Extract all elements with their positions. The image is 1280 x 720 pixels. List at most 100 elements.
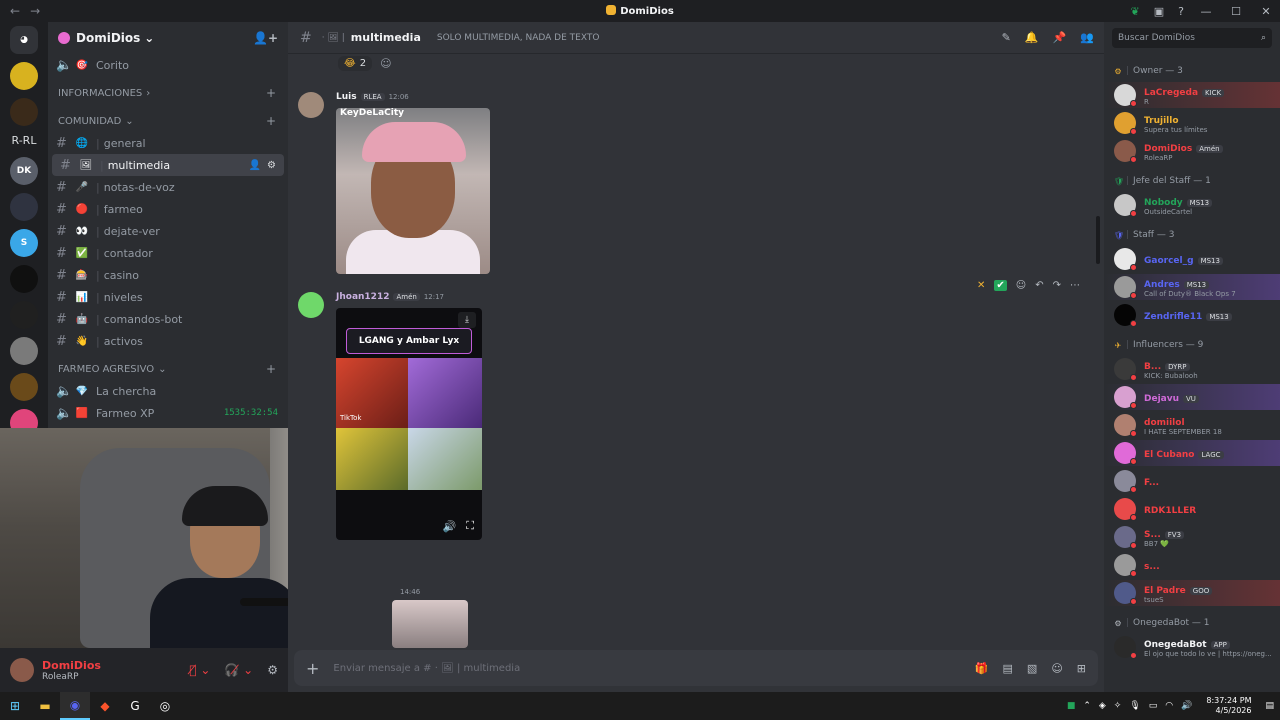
channel-notas-de-voz[interactable]: # 🎤 | notas-de-voz [48,176,288,198]
volume-icon[interactable]: 🔊 [443,520,457,533]
guild-header[interactable]: DomiDios ⌄ 👤+ [48,22,288,54]
fullscreen-icon[interactable]: ⛶ [466,519,474,533]
member-item[interactable]: s... [1104,552,1280,578]
channel-casino[interactable]: # 🎰 | casino [48,264,288,286]
chat-scrollbar[interactable] [1096,216,1100,264]
video-attachment-1[interactable]: KeyDeLaCity [336,108,490,274]
user-info[interactable]: DomiDios RoleaRP [42,659,101,682]
member-item[interactable]: Dejavu VU [1104,384,1280,410]
member-item[interactable]: B... DYRP KICK: Bubalooh [1104,356,1280,382]
add-reaction-icon[interactable]: ☺ [380,57,391,70]
server-rrl[interactable]: R-RL [0,134,48,147]
invite-icon[interactable]: 👤 [249,160,261,171]
member-item[interactable]: Gaorcel_g MS13 [1104,246,1280,272]
member-list-icon[interactable]: 👥 [1080,31,1094,44]
member-item[interactable]: Trujillo Supera tus límites [1104,110,1280,136]
server-icon-server-dark[interactable] [10,98,38,126]
sticker-icon[interactable]: ▧ [1027,662,1037,675]
tray-volume-icon[interactable]: 🔊 [1181,701,1192,711]
channel-farmeo[interactable]: # 🔴 | farmeo [48,198,288,220]
reply-icon[interactable]: ↶ [1035,280,1043,291]
member-item[interactable]: domiilol I HATE SEPTEMBER 18 [1104,412,1280,438]
add-channel-icon[interactable]: + [266,362,276,376]
file-explorer-icon[interactable]: ▬ [30,692,60,720]
minimize-button[interactable]: — [1198,5,1214,18]
category-comunidad[interactable]: COMUNIDAD ⌄ + [48,110,288,132]
reaction-quick-icon[interactable]: ✕ [977,280,985,291]
server-icon-server-dk[interactable]: DK [10,157,38,185]
category-farmeo-agresivo[interactable]: FARMEO AGRESIVO ⌄ + [48,358,288,380]
notification-icon[interactable]: ▤ [1265,701,1274,711]
server-icon-server-grey[interactable] [10,337,38,365]
message-author[interactable]: Jhoan1212 [336,292,389,302]
maximize-button[interactable]: ☐ [1228,5,1244,18]
g-app-icon[interactable]: G [120,692,150,720]
member-item[interactable]: Zendrifle11 MS13 [1104,302,1280,328]
member-item[interactable]: El Cubano LAGC [1104,440,1280,466]
member-item[interactable]: RDK1LLER [1104,496,1280,522]
server-icon-server-dark2[interactable] [10,301,38,329]
apps-icon[interactable]: ⊞ [1077,662,1086,675]
tray-overflow-icon[interactable]: ⌃ [1083,701,1091,711]
help-icon[interactable]: ? [1178,5,1184,18]
tray-app-icon[interactable]: ■ [1067,701,1076,711]
discord-home-icon[interactable]: ◕ [10,26,38,54]
invite-icon[interactable]: 👤+ [253,31,278,45]
avatar[interactable] [298,292,324,318]
headset-muted-icon[interactable]: 🎧̸ ⌄ [224,663,253,677]
composer-placeholder[interactable]: Enviar mensaje a # · 🖼 | multimedia [333,663,520,674]
message-author[interactable]: Luis [336,92,357,102]
discord-taskbar-icon[interactable]: ◉ [60,692,90,720]
tray-bulb-icon[interactable]: ✧ [1114,701,1122,711]
server-icon-server-x[interactable] [10,265,38,293]
server-icon-server-s[interactable]: S [10,229,38,257]
voice-channel-corito[interactable]: 🔈 🎯 Corito [48,54,288,76]
channel-niveles[interactable]: # 📊 | niveles [48,286,288,308]
gif-icon[interactable]: ▤ [1003,662,1013,675]
download-icon[interactable]: ⤓ [458,312,476,328]
taskbar-clock[interactable]: 8:37:24 PM 4/5/2026 [1206,696,1251,716]
attach-plus-icon[interactable]: + [306,659,319,678]
gift-icon[interactable]: 🎁 [975,662,989,675]
check-reaction-icon[interactable]: ✔ [994,280,1007,291]
obs-icon[interactable]: ◎ [150,692,180,720]
tray-mic-icon[interactable]: 🎙 [1129,701,1140,711]
server-icon-server-gold[interactable] [10,373,38,401]
channel-comandos-bot[interactable]: # 🤖 | comandos-bot [48,308,288,330]
tray-shield-icon[interactable]: ◈ [1099,701,1106,711]
message-composer[interactable]: + Enviar mensaje a # · 🖼 | multimedia 🎁 … [294,650,1098,686]
channel-multimedia[interactable]: # 🖼 | multimedia 👤 ⚙ [52,154,284,176]
server-icon-server-robot[interactable] [10,193,38,221]
channel-contador[interactable]: # ✅ | contador [48,242,288,264]
more-options-icon[interactable]: ⋯ [1070,280,1080,291]
gear-icon[interactable]: ⚙ [267,663,278,677]
gear-icon[interactable]: ⚙ [267,160,276,171]
tray-wifi-icon[interactable]: ◠ [1165,701,1173,711]
member-item[interactable]: S... FV3 BB7 💚 [1104,524,1280,550]
leaf-icon[interactable]: ❦ [1131,5,1140,18]
add-channel-icon[interactable]: + [266,86,276,100]
member-item[interactable]: OnegedaBot APP El ojo que todo lo ve | htt… [1104,634,1280,660]
channel-dejate-ver[interactable]: # 👀 | dejate-ver [48,220,288,242]
server-icon-server-yellow[interactable] [10,62,38,90]
member-item[interactable]: DomiDios Amén RoleaRP [1104,138,1280,164]
voice-channel-1[interactable]: 🔈 🟥 Farmeo XP 1535:32:54 [48,402,288,424]
member-item[interactable]: Andres MS13 Call of Duty® Black Ops 7 [1104,274,1280,300]
channel-general[interactable]: # 🌐 | general [48,132,288,154]
search-input[interactable]: Buscar DomiDios ⌕ [1112,28,1272,48]
video-attachment-2[interactable]: LGANG y Ambar Lyx TikTok ⤓ 🔊 ⛶ [336,308,482,540]
member-item[interactable]: Nobody MS13 OutsideCartel [1104,192,1280,218]
member-item[interactable]: El Padre GOO tsueS [1104,580,1280,606]
avatar[interactable] [10,658,34,682]
member-item[interactable]: LaCregeda KICK R [1104,82,1280,108]
member-item[interactable]: F... [1104,468,1280,494]
threads-icon[interactable]: ✎ [1002,31,1011,44]
inbox-icon[interactable]: ▣ [1154,5,1164,18]
bell-icon[interactable]: 🔔 [1025,31,1039,44]
tray-display-icon[interactable]: ▭ [1149,701,1158,711]
avatar[interactable] [298,92,324,118]
pin-icon[interactable]: 📌 [1053,31,1067,44]
voice-channel-0[interactable]: 🔈 💎 La chercha [48,380,288,402]
channel-activos[interactable]: # 👋 | activos [48,330,288,352]
reaction-chip[interactable]: 😂 2 [338,56,373,71]
